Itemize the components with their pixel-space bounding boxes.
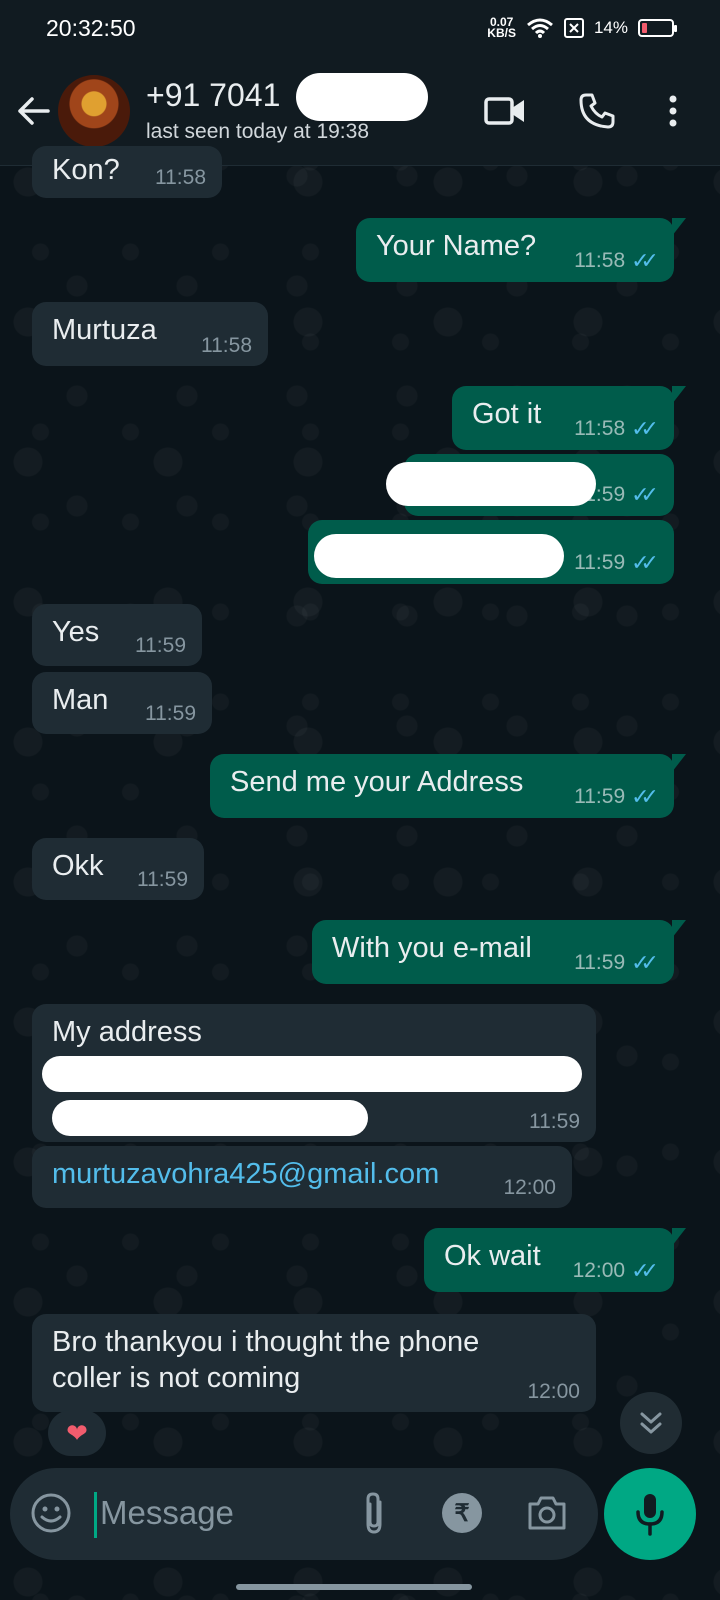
more-icon[interactable] (668, 94, 678, 128)
read-ticks-icon: ✓✓ (631, 950, 659, 975)
message-incoming[interactable]: Man 11:59 (32, 672, 212, 734)
battery-percent: 14% (593, 18, 628, 37)
message-text: Yes (52, 616, 100, 648)
message-time: 11:59 (574, 551, 626, 574)
last-seen: last seen today at 19:38 (146, 120, 369, 143)
message-time: 11:58 (574, 249, 626, 272)
message-time: 12:00 (527, 1380, 580, 1403)
home-indicator[interactable] (236, 1584, 472, 1590)
phone-icon[interactable] (578, 92, 616, 130)
contact-info[interactable]: +91 7041 last seen today at 19:38 (146, 73, 484, 144)
net-speed-unit: KB/S (487, 26, 516, 40)
message-meta: 11:59 ✓✓ (574, 784, 659, 810)
email-link[interactable]: murtuzavohra425@gmail.com (52, 1158, 439, 1191)
read-ticks-icon: ✓✓ (631, 1258, 659, 1283)
message-meta: 11:58 ✓✓ (574, 416, 659, 442)
message-incoming[interactable]: murtuzavohra425@gmail.com 12:00 (32, 1146, 572, 1208)
wifi-icon (527, 18, 553, 38)
rupee-icon[interactable]: ₹ (442, 1493, 482, 1533)
message-incoming[interactable]: Okk 11:59 (32, 838, 204, 900)
message-text: Your Name? (376, 230, 537, 262)
emoji-icon[interactable] (30, 1492, 72, 1534)
message-meta: 11:58 ✓✓ (574, 248, 659, 274)
message-input[interactable]: Message (100, 1494, 234, 1532)
message-time: 11:59 (574, 951, 626, 974)
message-incoming[interactable]: Bro thankyou i thought the phone coller … (32, 1314, 596, 1412)
message-time: 11:58 (574, 417, 626, 440)
reaction-heart[interactable]: ❤ (48, 1410, 106, 1456)
message-text: Send me your Address (230, 766, 524, 798)
back-button[interactable] (16, 96, 56, 126)
message-input-bar: Message ₹ (10, 1468, 598, 1560)
contact-name: +91 7041 (146, 77, 281, 113)
message-time: 11:59 (145, 702, 196, 725)
redaction-mark (52, 1100, 368, 1136)
message-text: My address (52, 1016, 202, 1048)
status-bar: 20:32:50 0.07 KB/S 14% (0, 0, 720, 56)
message-text: Okk (52, 850, 104, 882)
message-text: Kon? (52, 154, 120, 186)
redaction-mark (296, 73, 428, 121)
video-call-icon[interactable] (484, 95, 526, 127)
message-time: 11:59 (529, 1110, 580, 1133)
message-time: 11:58 (201, 334, 252, 357)
redaction-mark (386, 462, 596, 506)
message-text: With you e-mail (332, 932, 532, 964)
mic-button[interactable] (604, 1468, 696, 1560)
message-time: 11:59 (137, 868, 188, 891)
message-time: 11:58 (155, 166, 206, 189)
message-outgoing[interactable]: 11:59 ✓✓ (386, 454, 674, 516)
redaction-mark (314, 534, 564, 578)
battery-icon (638, 19, 677, 37)
status-icons: 0.07 KB/S 14% (487, 16, 677, 40)
message-text: Ok wait (444, 1240, 541, 1272)
text-caret (94, 1492, 97, 1538)
message-time: 12:00 (572, 1259, 626, 1282)
message-outgoing[interactable]: Your Name? 11:58 ✓✓ (356, 218, 686, 282)
read-ticks-icon: ✓✓ (631, 784, 659, 809)
read-ticks-icon: ✓✓ (631, 482, 659, 507)
message-incoming[interactable]: Yes 11:59 (32, 604, 202, 666)
read-ticks-icon: ✓✓ (631, 416, 659, 441)
message-meta: 11:59 ✓✓ (574, 950, 659, 976)
redaction-mark (42, 1056, 582, 1092)
message-outgoing[interactable]: 11:59 ✓✓ (308, 520, 674, 584)
message-outgoing[interactable]: Send me your Address 11:59 ✓✓ (210, 754, 686, 818)
message-meta: 12:00 ✓✓ (572, 1258, 659, 1284)
message-meta: 11:59 ✓✓ (574, 550, 659, 576)
attach-icon[interactable] (360, 1490, 388, 1536)
message-list[interactable]: Kon? 11:58 Your Name? 11:58 ✓✓ Murtuza 11… (0, 146, 720, 1466)
net-speed: 0.07 KB/S (487, 16, 516, 40)
message-time: 12:00 (503, 1176, 556, 1199)
camera-icon[interactable] (526, 1494, 568, 1532)
scroll-down-icon (640, 1412, 662, 1434)
status-time: 20:32:50 (46, 14, 136, 41)
message-outgoing[interactable]: Got it 11:58 ✓✓ (452, 386, 686, 450)
message-incoming[interactable]: Kon? 11:58 (32, 146, 222, 198)
read-ticks-icon: ✓✓ (631, 248, 659, 273)
message-incoming[interactable]: My address 11:59 (32, 1004, 596, 1142)
mic-icon (636, 1494, 664, 1536)
scroll-down-button[interactable] (620, 1392, 682, 1454)
message-text: Murtuza (52, 314, 157, 346)
message-incoming[interactable]: Murtuza 11:58 (32, 302, 268, 366)
read-ticks-icon: ✓✓ (631, 550, 659, 575)
message-time: 11:59 (135, 634, 186, 657)
message-text-line: coller is not coming (52, 1362, 301, 1394)
message-outgoing[interactable]: With you e-mail 11:59 ✓✓ (312, 920, 686, 984)
message-text: Man (52, 684, 109, 716)
message-outgoing[interactable]: Ok wait 12:00 ✓✓ (424, 1228, 686, 1292)
message-time: 11:59 (574, 785, 626, 808)
back-arrow-icon (18, 96, 50, 125)
message-text-line: Bro thankyou i thought the phone (52, 1326, 480, 1358)
message-text: Got it (472, 398, 542, 430)
contact-avatar[interactable] (58, 74, 130, 147)
no-sim-icon (563, 18, 584, 38)
